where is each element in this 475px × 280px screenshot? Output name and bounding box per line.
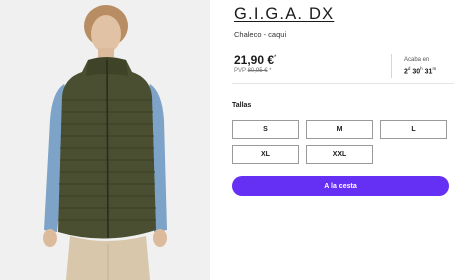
pvp-old-price: 80,95 € xyxy=(247,68,268,74)
offer-divider xyxy=(391,54,392,78)
sizes-label: Tallas xyxy=(232,102,252,109)
section-divider xyxy=(232,83,454,84)
countdown-minutes-unit: m xyxy=(432,66,437,71)
countdown-hours: 30 xyxy=(412,68,421,76)
size-button-xxl[interactable]: XXL xyxy=(306,145,373,164)
offer-ends-label: Acaba en xyxy=(404,57,430,63)
add-to-cart-button[interactable]: A la cesta xyxy=(232,176,449,196)
product-page: G.I.G.A. DX Chaleco - caqui 21,90 €* PVP… xyxy=(0,0,475,280)
size-button-m[interactable]: M xyxy=(306,120,373,139)
size-button-s[interactable]: S xyxy=(232,120,299,139)
pvp-original-price: PVP 80,95 € * xyxy=(234,68,272,74)
pvp-label: PVP xyxy=(234,68,246,74)
price-marker: * xyxy=(274,55,277,61)
product-subtitle: Chaleco - caqui xyxy=(234,30,287,39)
size-button-xl[interactable]: XL xyxy=(232,145,299,164)
size-button-l[interactable]: L xyxy=(380,120,447,139)
countdown-hours-unit: h xyxy=(420,66,423,71)
price-value: 21,90 € xyxy=(234,53,275,67)
product-photo[interactable] xyxy=(0,0,210,280)
brand-link[interactable]: G.I.G.A. DX xyxy=(234,5,334,24)
pvp-marker: * xyxy=(269,68,272,74)
price: 21,90 €* xyxy=(234,53,276,67)
countdown-days-unit: d xyxy=(407,66,411,71)
offer-countdown: 2d 30h 31m xyxy=(404,66,436,75)
